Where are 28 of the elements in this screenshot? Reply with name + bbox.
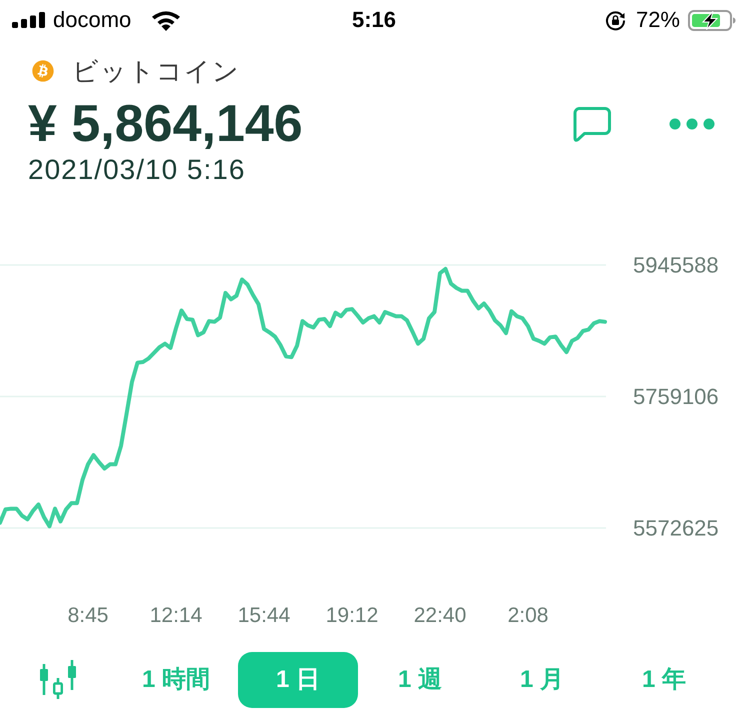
coin-name: ビットコイン bbox=[72, 58, 240, 84]
y-axis-label: 5945588 bbox=[633, 252, 719, 278]
range-tab[interactable]: 1 時間 bbox=[142, 666, 210, 694]
bitcoin-icon bbox=[32, 60, 54, 82]
signal-icon bbox=[12, 12, 45, 28]
more-icon[interactable] bbox=[669, 118, 715, 130]
rotation-lock-icon bbox=[604, 10, 626, 30]
x-axis-label: 12:14 bbox=[150, 604, 202, 627]
range-tab[interactable]: 1 年 bbox=[642, 666, 686, 694]
range-tab[interactable]: 1 月 bbox=[520, 666, 564, 694]
status-time: 5:16 bbox=[352, 7, 396, 33]
x-axis-label: 19:12 bbox=[326, 604, 378, 627]
timestamp: 2021/03/10 5:16 bbox=[28, 154, 246, 186]
range-tab[interactable]: 1 日 bbox=[238, 652, 358, 708]
x-axis-label: 2:08 bbox=[508, 604, 548, 627]
x-axis-label: 8:45 bbox=[68, 604, 108, 627]
y-axis-label: 5759106 bbox=[633, 384, 719, 409]
candlestick-icon[interactable] bbox=[38, 660, 78, 700]
range-tab[interactable]: 1 週 bbox=[398, 666, 442, 694]
battery-icon bbox=[688, 10, 736, 30]
battery-percent: 72% bbox=[636, 7, 680, 33]
x-axis-label: 22:40 bbox=[414, 604, 466, 627]
x-axis-label: 15:44 bbox=[238, 604, 290, 627]
wifi-icon bbox=[151, 10, 182, 30]
chat-icon[interactable] bbox=[572, 106, 612, 142]
y-axis-label: 5572625 bbox=[633, 516, 719, 540]
carrier-name: docomo bbox=[53, 7, 132, 33]
price: ¥ 5,864,146 bbox=[28, 98, 303, 150]
